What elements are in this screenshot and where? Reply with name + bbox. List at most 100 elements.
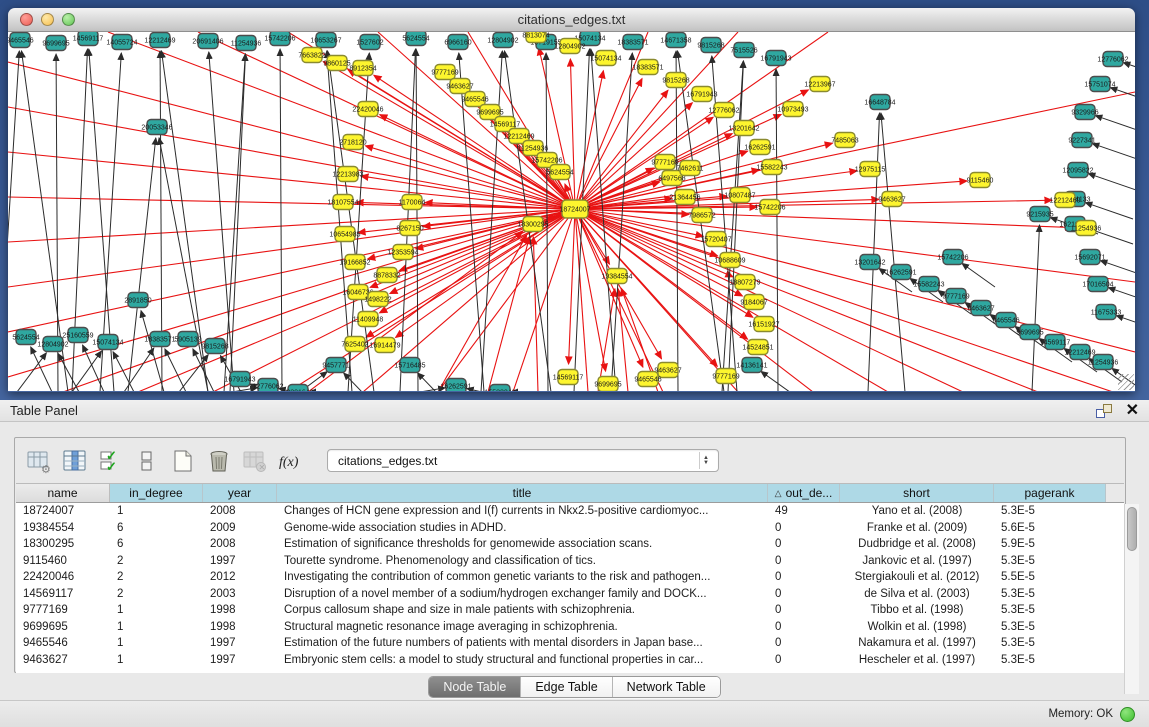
graph-node[interactable]: 16262591 bbox=[885, 265, 916, 280]
black-edge[interactable] bbox=[128, 138, 156, 391]
red-edge[interactable] bbox=[575, 209, 643, 367]
graph-node[interactable]: 7485063 bbox=[831, 133, 858, 148]
graph-node[interactable]: 18807279 bbox=[729, 275, 760, 290]
close-panel-icon[interactable]: ✕ bbox=[1126, 404, 1139, 418]
black-edge[interactable] bbox=[1085, 203, 1133, 219]
network-table-select[interactable]: citations_edges.txt ▲▼ bbox=[327, 449, 719, 472]
column-header-year[interactable]: year bbox=[203, 484, 277, 502]
graph-node[interactable]: 16151927 bbox=[748, 317, 779, 332]
red-edge[interactable] bbox=[378, 32, 575, 209]
red-edge[interactable] bbox=[569, 209, 575, 364]
graph-node[interactable]: 18107554 bbox=[327, 195, 358, 210]
table-settings-icon[interactable]: ⚙ bbox=[25, 447, 52, 474]
graph-node[interactable]: 5624554 bbox=[12, 330, 39, 345]
graph-node[interactable]: 12212469 bbox=[1064, 345, 1095, 360]
column-header-short[interactable]: short bbox=[840, 484, 994, 502]
graph-node[interactable]: 9329966 bbox=[1071, 105, 1098, 120]
graph-node[interactable]: 16648784 bbox=[864, 95, 895, 110]
graph-node[interactable]: 9115460 bbox=[967, 173, 994, 188]
graph-node[interactable]: 15742206 bbox=[937, 250, 968, 265]
black-edge[interactable] bbox=[113, 352, 134, 391]
tab-edge-table[interactable]: Edge Table bbox=[521, 677, 612, 697]
graph-node[interactable]: 14569117 bbox=[73, 32, 104, 46]
black-edge[interactable] bbox=[1110, 88, 1135, 104]
graph-node[interactable]: 7986572 bbox=[688, 208, 715, 223]
graph-node[interactable]: 12776062 bbox=[1097, 52, 1128, 67]
graph-node[interactable]: 11254936 bbox=[1088, 355, 1119, 370]
tab-node-table[interactable]: Node Table bbox=[429, 677, 521, 697]
new-document-icon[interactable] bbox=[169, 447, 196, 474]
vertical-scrollbar[interactable] bbox=[1124, 504, 1139, 694]
table-row[interactable]: 977716911998Corpus callosum shape and si… bbox=[16, 602, 1124, 619]
graph-node[interactable]: 19166852 bbox=[339, 255, 370, 270]
graph-node[interactable]: 9227341 bbox=[1068, 133, 1095, 148]
black-edge[interactable] bbox=[1123, 63, 1135, 79]
black-edge[interactable] bbox=[418, 373, 436, 391]
graph-node[interactable]: 12804902 bbox=[487, 33, 518, 48]
hub-node[interactable]: 18724007 bbox=[559, 200, 590, 218]
black-edge[interactable] bbox=[224, 54, 245, 391]
graph-node[interactable]: 20691406 bbox=[192, 34, 223, 49]
graph-node[interactable]: 9860125 bbox=[323, 56, 350, 71]
black-edge[interactable] bbox=[165, 349, 186, 391]
red-edge[interactable] bbox=[570, 59, 575, 209]
graph-node[interactable]: 9777169 bbox=[431, 65, 458, 80]
graph-node[interactable]: 9465546 bbox=[634, 372, 661, 387]
black-edge[interactable] bbox=[344, 373, 362, 391]
graph-node[interactable]: 2891850 bbox=[124, 293, 151, 308]
graph-node[interactable]: 10807487 bbox=[724, 188, 755, 203]
column-header-name[interactable]: name bbox=[16, 484, 110, 502]
red-edge[interactable] bbox=[575, 71, 603, 209]
resize-grip[interactable] bbox=[1118, 374, 1134, 390]
table-row[interactable]: 1456911722003Disruption of a novel membe… bbox=[16, 586, 1124, 603]
red-edge[interactable] bbox=[575, 209, 963, 391]
graph-node[interactable]: 9463627 bbox=[878, 192, 905, 207]
graph-node[interactable]: 18383571 bbox=[144, 332, 175, 347]
graph-node[interactable]: 16914479 bbox=[369, 338, 400, 353]
graph-node[interactable]: 8267150 bbox=[396, 221, 423, 236]
graph-node[interactable]: 5905139 bbox=[174, 332, 201, 347]
graph-node[interactable]: 25160559 bbox=[62, 328, 93, 343]
graph-node[interactable]: 8813074 bbox=[522, 32, 549, 43]
graph-node[interactable]: 9699695 bbox=[42, 36, 69, 51]
graph-node[interactable]: 7625402 bbox=[341, 337, 368, 352]
graph-node[interactable]: 22420046 bbox=[352, 102, 383, 117]
network-canvas[interactable]: 9465546969969514569117140557241221246920… bbox=[8, 32, 1135, 391]
graph-node[interactable]: 1527602 bbox=[356, 35, 383, 50]
table-row[interactable]: 2242004622012Investigating the contribut… bbox=[16, 569, 1124, 586]
red-edge[interactable] bbox=[468, 32, 575, 209]
graph-node[interactable]: 7663822 bbox=[298, 48, 325, 63]
delete-table-icon[interactable]: ✕ bbox=[241, 447, 268, 474]
graph-node[interactable]: 9815268 bbox=[697, 38, 724, 53]
black-edge[interactable] bbox=[1092, 144, 1135, 160]
red-edge[interactable] bbox=[8, 209, 575, 242]
graph-node[interactable]: 12095822 bbox=[1062, 163, 1093, 178]
graph-node[interactable]: 12776062 bbox=[708, 103, 739, 118]
graph-node[interactable]: 15751074 bbox=[1084, 77, 1115, 92]
clear-selection-icon[interactable] bbox=[133, 447, 160, 474]
graph-node[interactable]: 14136141 bbox=[736, 358, 767, 373]
table-row[interactable]: 946362711997Embryonic stem cells: a mode… bbox=[16, 652, 1124, 669]
zoom-window-button[interactable] bbox=[62, 13, 75, 26]
graph-node[interactable]: 9215935 bbox=[1026, 207, 1053, 222]
graph-node[interactable]: 15720407 bbox=[700, 232, 731, 247]
black-edge[interactable] bbox=[1100, 261, 1135, 277]
red-edge[interactable] bbox=[575, 143, 832, 209]
graph-node[interactable]: 9777169 bbox=[651, 155, 678, 170]
graph-node[interactable]: 1498222 bbox=[364, 292, 391, 307]
black-edge[interactable] bbox=[1095, 116, 1135, 132]
black-edge[interactable] bbox=[776, 69, 778, 391]
graph-node[interactable]: 15074134 bbox=[590, 51, 621, 66]
graph-node[interactable]: 9465546 bbox=[992, 313, 1019, 328]
red-edge[interactable] bbox=[8, 152, 575, 209]
black-edge[interactable] bbox=[230, 54, 245, 391]
graph-node[interactable]: 16262591 bbox=[744, 140, 775, 155]
column-header-pagerank[interactable]: pagerank bbox=[994, 484, 1106, 502]
close-window-button[interactable] bbox=[20, 13, 33, 26]
table-row[interactable]: 1872400712008Changes of HCN gene express… bbox=[16, 503, 1124, 520]
table-row[interactable]: 911546021997Tourette syndrome. Phenomeno… bbox=[16, 553, 1124, 570]
graph-node[interactable]: 9699695 bbox=[594, 377, 621, 392]
graph-node[interactable]: 8912354 bbox=[349, 61, 376, 76]
trash-icon[interactable] bbox=[205, 447, 232, 474]
graph-node[interactable]: 18383571 bbox=[632, 60, 663, 75]
